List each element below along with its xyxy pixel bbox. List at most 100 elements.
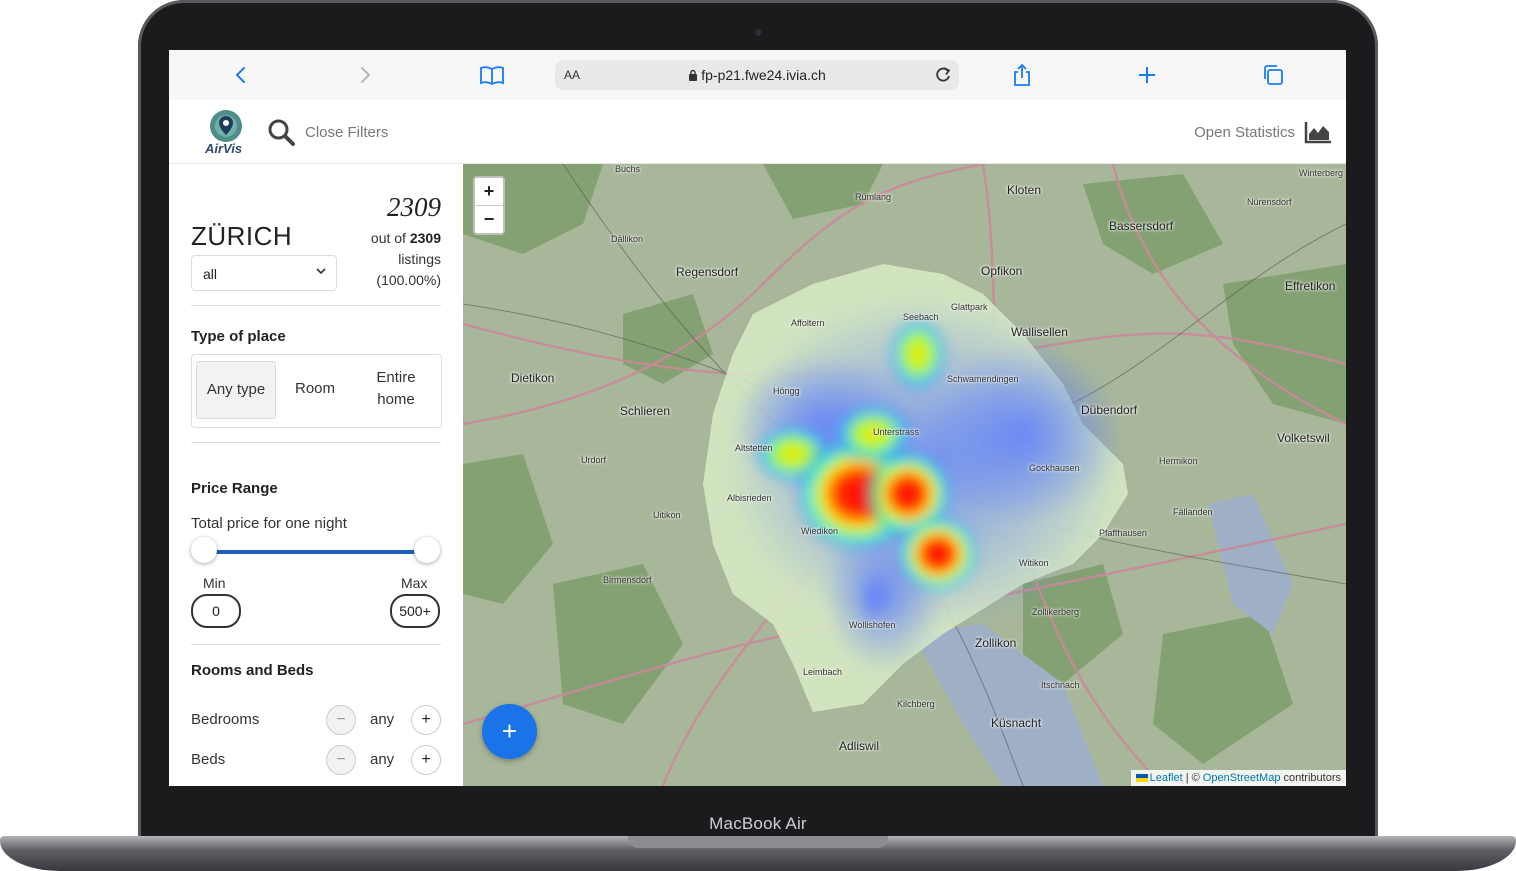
neighbourhood-select[interactable]: all — [191, 255, 337, 291]
beds-decrement-button[interactable]: − — [326, 745, 356, 775]
neighbourhood-select-value: all — [203, 266, 218, 282]
filter-sidebar: ZÜRICH all 2309 out of 2309 listings (10… — [169, 164, 462, 786]
beds-increment-button[interactable]: + — [411, 745, 441, 775]
area-chart-icon[interactable] — [1304, 120, 1332, 144]
place-label: Wallisellen — [1011, 325, 1068, 339]
share-icon[interactable] — [1010, 63, 1034, 87]
place-label: Zollikerberg — [1032, 607, 1080, 617]
beds-value: any — [370, 751, 395, 768]
chevron-down-icon — [316, 268, 326, 275]
close-filters-button[interactable]: Close Filters — [305, 124, 388, 141]
rooms-beds-title: Rooms and Beds — [191, 662, 314, 679]
place-label: Volketswil — [1277, 431, 1330, 445]
place-label: Leimbach — [803, 667, 843, 677]
type-of-place-title: Type of place — [191, 328, 286, 345]
place-label: Dällikon — [611, 234, 644, 244]
beds-label: Beds — [191, 751, 226, 768]
heatmap-map[interactable]: Kloten Bassersdorf Opfikon Wallisellen R… — [463, 164, 1346, 786]
price-range-title: Price Range — [191, 480, 278, 497]
zoom-control: + − — [473, 176, 505, 235]
zoom-in-button[interactable]: + — [475, 178, 503, 205]
divider — [191, 442, 441, 443]
place-label: Itschnach — [1041, 680, 1080, 690]
place-label: Dietikon — [511, 371, 555, 385]
laptop-notch — [628, 836, 888, 848]
place-label: Zollikon — [975, 636, 1017, 650]
logo-text: AirVis — [205, 141, 243, 156]
add-fab-button[interactable]: + — [482, 704, 537, 759]
lock-icon — [689, 69, 698, 81]
price-range-subtitle: Total price for one night — [191, 515, 347, 532]
type-room-button[interactable]: Room — [280, 361, 350, 417]
place-label: Seebach — [903, 312, 939, 322]
openstreetmap-link[interactable]: OpenStreetMap — [1203, 772, 1281, 784]
app-header: AirVis Close Filters Open Statistics — [169, 100, 1346, 164]
place-label: Buchs — [615, 164, 641, 174]
place-label: Urdorf — [581, 455, 607, 465]
browser-toolbar: AA fp-p21.fwe24.ivia.ch — [169, 50, 1346, 101]
count-suffix: listings — [398, 251, 441, 267]
attribution-suffix: contributors — [1283, 772, 1341, 784]
bookmarks-icon[interactable] — [479, 63, 504, 87]
attribution-separator: | © — [1185, 772, 1200, 784]
place-label: Schwamendingen — [947, 374, 1019, 384]
device-brand-label: MacBook Air — [709, 814, 807, 833]
place-label: Bassersdorf — [1109, 219, 1174, 233]
type-entire-home-button[interactable]: Entire home — [360, 361, 432, 417]
map-attribution: Leaflet | © OpenStreetMap contributors — [1130, 770, 1346, 786]
count-prefix: out of — [370, 230, 406, 246]
url-text: fp-p21.fwe24.ivia.ch — [701, 67, 826, 83]
place-label: Dübendorf — [1081, 403, 1138, 417]
new-tab-icon[interactable] — [1135, 63, 1159, 87]
ukraine-flag-icon — [1135, 774, 1148, 783]
search-icon[interactable] — [267, 118, 295, 146]
place-label: Kloten — [1007, 183, 1042, 197]
divider — [191, 644, 441, 645]
place-label: Effretikon — [1285, 279, 1336, 293]
place-label: Kilchberg — [897, 699, 935, 709]
camera-icon — [755, 29, 762, 36]
zoom-out-button[interactable]: − — [475, 205, 503, 233]
forward-icon[interactable] — [353, 63, 377, 87]
map-tiles — [463, 164, 1346, 786]
place-label: Witikon — [1019, 558, 1049, 568]
place-label: Unterstrass — [873, 427, 920, 437]
place-label: Küsnacht — [991, 716, 1042, 730]
back-icon[interactable] — [229, 63, 253, 87]
bedrooms-decrement-button[interactable]: − — [326, 705, 356, 735]
price-min-handle[interactable] — [191, 537, 217, 563]
place-label: Albisrieden — [727, 493, 772, 503]
count-total: 2309 — [409, 230, 441, 246]
count-percent: (100.00%) — [376, 272, 441, 288]
place-label: Adliswil — [839, 739, 880, 753]
place-label: Schlieren — [620, 404, 671, 418]
place-label: Altstetten — [735, 443, 773, 453]
price-slider-track[interactable] — [207, 550, 429, 554]
reload-icon[interactable] — [933, 65, 953, 85]
bedrooms-label: Bedrooms — [191, 711, 260, 728]
listing-count: 2309 — [387, 192, 441, 222]
place-label: Hermikon — [1159, 456, 1198, 466]
price-max-input[interactable]: 500+ — [390, 594, 440, 628]
place-label: Nürensdorf — [1247, 197, 1292, 207]
bedrooms-value: any — [370, 711, 395, 728]
place-label: Wollishofen — [849, 620, 896, 630]
price-min-input[interactable]: 0 — [191, 594, 241, 628]
place-label: Höngg — [773, 386, 800, 396]
type-any-button[interactable]: Any type — [196, 361, 276, 419]
place-label: Birmensdorf — [603, 575, 652, 585]
address-bar[interactable]: AA fp-p21.fwe24.ivia.ch — [555, 60, 959, 90]
price-max-handle[interactable] — [414, 537, 440, 563]
place-label: Glattpark — [951, 302, 988, 312]
bedrooms-increment-button[interactable]: + — [411, 705, 441, 735]
place-label: Rümlang — [855, 192, 892, 202]
open-statistics-button[interactable]: Open Statistics — [1194, 124, 1295, 141]
place-label: Regensdorf — [676, 265, 739, 279]
price-max-label: Max — [401, 575, 428, 591]
place-label: Wiedikon — [801, 526, 839, 536]
place-label: Opfikon — [981, 264, 1023, 278]
place-label: Uitikon — [653, 510, 681, 520]
tabs-overview-icon[interactable] — [1261, 63, 1285, 87]
leaflet-link[interactable]: Leaflet — [1150, 772, 1183, 784]
price-min-label: Min — [203, 575, 226, 591]
